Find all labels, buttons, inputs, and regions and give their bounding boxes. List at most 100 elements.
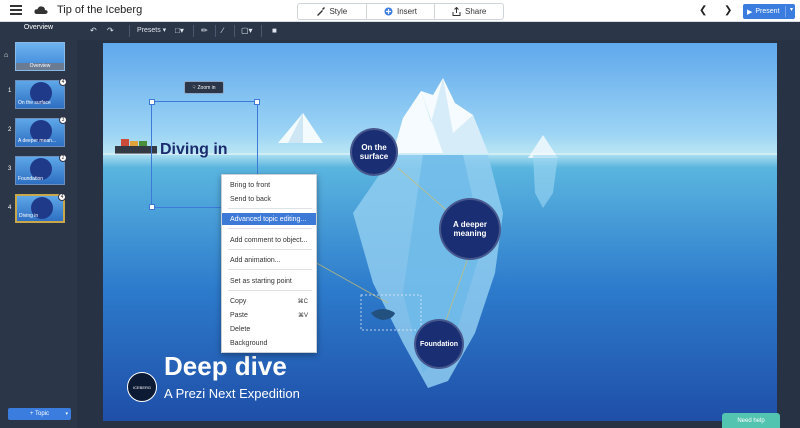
home-icon[interactable]: ⌂: [4, 52, 8, 59]
resize-handle[interactable]: [254, 99, 260, 105]
brush-icon: [317, 7, 326, 16]
slide-thumbnail-1[interactable]: On the surface 4: [15, 78, 67, 109]
menu-item-bring-to-front[interactable]: Bring to front: [222, 179, 316, 191]
shortcut-copy: ⌘C: [297, 298, 308, 305]
chevron-left-icon[interactable]: ❮: [699, 5, 707, 16]
slide-badge-4: 4: [58, 193, 66, 201]
slide-caption-1: On the surface: [18, 100, 51, 106]
menu-divider: [228, 290, 312, 291]
diving-in-topic-text[interactable]: Diving in: [160, 141, 228, 159]
slide-caption-2: A deeper mean...: [18, 138, 57, 144]
pen-icon[interactable]: ✏: [201, 26, 208, 35]
menu-icon[interactable]: [10, 5, 22, 17]
toolbar-divider: [193, 25, 194, 37]
cloud-icon[interactable]: [34, 4, 48, 16]
sidebar: Overview ⌂ Overview 1 On the surface 4 2…: [0, 22, 77, 428]
border-color-icon[interactable]: ∕: [222, 26, 223, 35]
menu-divider: [228, 249, 312, 250]
slide-number-4: 4: [8, 205, 12, 211]
toolbar-divider: [261, 25, 262, 37]
editing-toolbar: ↶ ↷ Presets ▾ □▾ ✏ ∕ ▢▾ ■: [77, 22, 800, 40]
add-topic-button[interactable]: + Topic ▾: [8, 408, 71, 420]
border-style-icon[interactable]: ▢▾: [241, 26, 253, 35]
slide-canvas[interactable]: On the surface A deeper meaning Foundati…: [103, 43, 777, 421]
zoom-in-button[interactable]: ☟ Zoom in: [184, 81, 224, 94]
overview-thumbnail[interactable]: Overview: [15, 42, 65, 71]
add-topic-chevron-icon[interactable]: ▾: [65, 411, 68, 417]
toolbar-tabs: Style Insert Share: [297, 3, 504, 20]
comment-icon[interactable]: ■: [272, 26, 277, 35]
insert-label: Insert: [397, 7, 418, 16]
topic-on-the-surface[interactable]: On the surface: [350, 128, 398, 176]
present-button[interactable]: ▶ Present ▾: [743, 4, 795, 19]
slide-caption-3: Foundation: [18, 176, 44, 182]
overview-thumbnail-label: Overview: [16, 63, 64, 70]
zoom-in-label: Zoom in: [197, 84, 216, 91]
add-topic-label: + Topic: [29, 411, 50, 417]
slide-title[interactable]: Deep dive: [164, 351, 287, 382]
slide-caption-4: Diving in: [19, 213, 39, 219]
menu-item-label: Send to back: [230, 195, 271, 203]
slide-thumbnail-4[interactable]: Diving in 4: [15, 193, 66, 223]
slide-thumbnail-3[interactable]: Foundation 2: [15, 154, 67, 185]
present-label: Present: [755, 8, 780, 15]
menu-divider: [228, 228, 312, 229]
menu-item-set-starting-point[interactable]: Set as starting point: [222, 275, 316, 287]
menu-item-delete[interactable]: Delete: [222, 323, 316, 335]
slide-number-1: 1: [8, 88, 12, 94]
menu-item-label: Add comment to object...: [230, 236, 308, 244]
need-help-button[interactable]: Need help: [722, 413, 780, 428]
menu-item-add-animation[interactable]: Add animation...: [222, 254, 316, 266]
menu-divider: [228, 208, 312, 209]
menu-item-copy[interactable]: Copy ⌘C: [222, 295, 316, 307]
insert-button[interactable]: Insert: [367, 4, 436, 19]
zoom-hand-icon: ☟: [192, 84, 196, 91]
iceberg-logo: ICEBERG: [127, 372, 157, 402]
menu-item-label: Copy: [230, 297, 247, 305]
style-label: Style: [329, 7, 348, 16]
slide-thumbnail-2[interactable]: A deeper mean... 3: [15, 116, 67, 147]
present-divider: [785, 6, 786, 17]
menu-divider: [228, 269, 312, 270]
undo-icon[interactable]: ↶: [90, 26, 97, 35]
top-bar: Tip of the Iceberg Style Insert Share ❮ …: [0, 0, 800, 22]
menu-item-send-to-back[interactable]: Send to back: [222, 193, 316, 205]
menu-item-label: Add animation...: [230, 256, 281, 264]
menu-item-background[interactable]: Background: [222, 337, 316, 349]
share-icon: [452, 7, 461, 16]
presentation-title[interactable]: Tip of the Iceberg: [57, 4, 142, 16]
presets-dropdown[interactable]: Presets ▾: [137, 26, 166, 34]
play-icon: ▶: [747, 8, 753, 16]
slide-badge-2: 3: [59, 116, 67, 124]
toolbar-divider: [234, 25, 235, 37]
toolbar-divider: [129, 25, 130, 37]
toolbar-divider: [215, 25, 216, 37]
menu-item-label: Bring to front: [230, 181, 271, 189]
menu-item-label: Delete: [230, 325, 251, 333]
share-label: Share: [465, 7, 487, 16]
shortcut-paste: ⌘V: [297, 312, 308, 319]
menu-item-paste[interactable]: Paste ⌘V: [222, 309, 316, 321]
menu-item-label: Set as starting point: [230, 277, 292, 285]
logo-text: ICEBERG: [132, 384, 151, 390]
context-menu: Bring to front Send to back Advanced top…: [221, 174, 317, 353]
resize-handle[interactable]: [149, 204, 155, 210]
overview-tab[interactable]: Overview: [0, 24, 77, 36]
slide-badge-1: 4: [59, 78, 67, 86]
menu-item-advanced-topic-editing[interactable]: Advanced topic editing...: [222, 213, 316, 225]
chevron-right-icon[interactable]: ❯: [724, 5, 732, 16]
slide-number-2: 2: [8, 127, 12, 133]
resize-handle[interactable]: [149, 99, 155, 105]
menu-item-add-comment[interactable]: Add comment to object...: [222, 234, 316, 246]
topic-a-deeper-meaning[interactable]: A deeper meaning: [439, 198, 501, 260]
redo-icon[interactable]: ↷: [107, 26, 114, 35]
slide-number-3: 3: [8, 166, 12, 172]
style-button[interactable]: Style: [298, 4, 367, 19]
topic-foundation[interactable]: Foundation: [414, 319, 464, 369]
share-button[interactable]: Share: [435, 4, 503, 19]
present-options-chevron-icon[interactable]: ▾: [790, 6, 793, 13]
slide-badge-3: 2: [59, 154, 67, 162]
fill-color-icon[interactable]: □▾: [175, 26, 184, 35]
slide-subtitle[interactable]: A Prezi Next Expedition: [164, 386, 300, 401]
menu-item-label: Background: [230, 339, 268, 347]
